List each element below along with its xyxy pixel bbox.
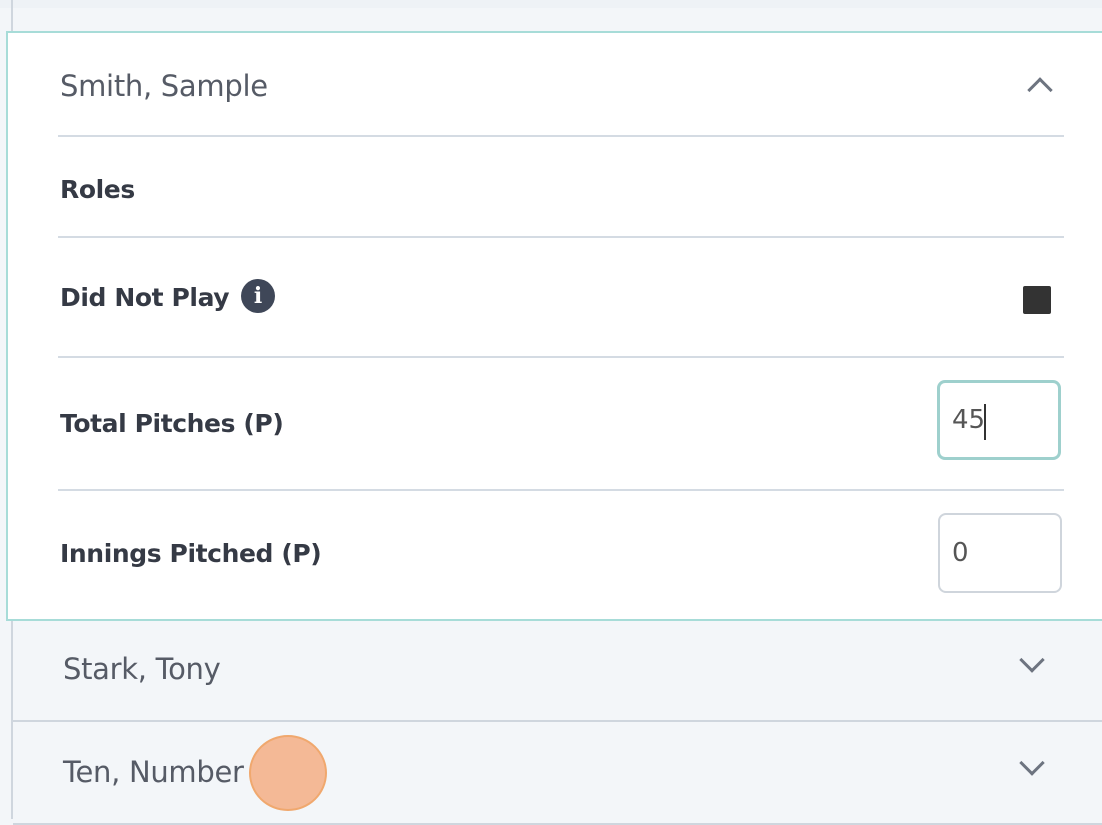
innings-pitched-label: Innings Pitched (P) xyxy=(60,539,322,568)
info-icon[interactable]: i xyxy=(241,279,275,313)
total-pitches-input[interactable] xyxy=(937,380,1061,460)
player-panel-header[interactable]: Smith, Sample xyxy=(58,33,1064,137)
text-caret xyxy=(984,404,986,440)
roles-row: Roles xyxy=(58,137,1064,238)
chevron-up-icon[interactable] xyxy=(1027,77,1053,103)
innings-pitched-row: Innings Pitched (P) xyxy=(58,491,1064,623)
total-pitches-row: Total Pitches (P) xyxy=(58,358,1064,491)
roles-label: Roles xyxy=(60,175,135,204)
player-name: Ten, Number xyxy=(63,755,244,789)
player-name: Smith, Sample xyxy=(60,69,268,103)
did-not-play-label: Did Not Play xyxy=(60,283,230,312)
top-strip xyxy=(0,0,1102,8)
chevron-down-icon[interactable] xyxy=(1019,750,1045,776)
player-name: Stark, Tony xyxy=(63,652,221,686)
chevron-down-icon[interactable] xyxy=(1019,647,1045,673)
click-indicator xyxy=(249,735,327,811)
did-not-play-checkbox[interactable] xyxy=(1023,286,1051,314)
did-not-play-row: Did Not Play i xyxy=(58,238,1064,358)
player-panel-collapsed[interactable]: Ten, Number xyxy=(13,724,1102,825)
innings-pitched-input[interactable] xyxy=(938,513,1062,593)
player-panel-collapsed[interactable]: Stark, Tony xyxy=(13,621,1102,722)
total-pitches-label: Total Pitches (P) xyxy=(60,409,284,438)
